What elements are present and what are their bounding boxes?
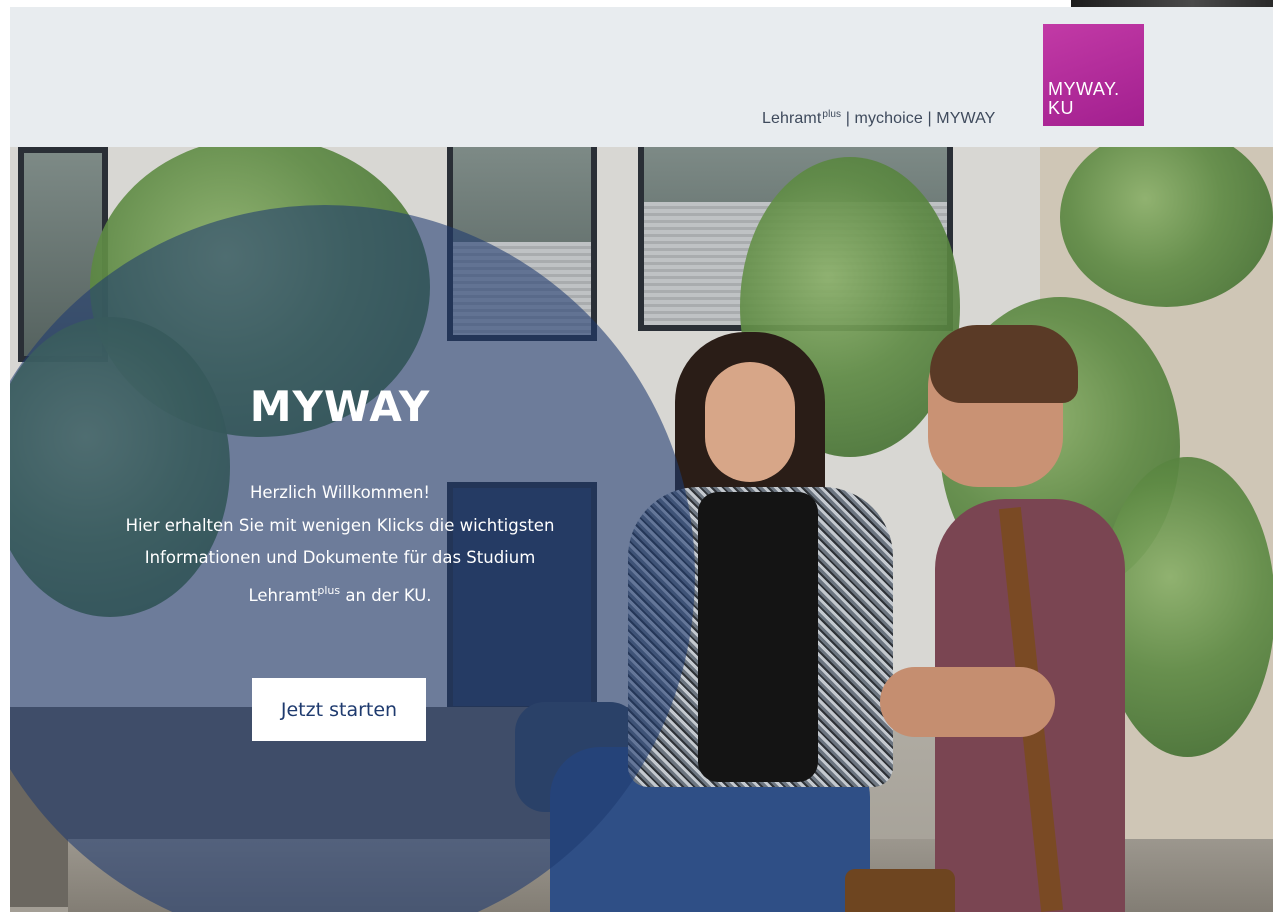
leather-satchel xyxy=(845,869,955,912)
nav-link-lehramt-plus[interactable]: Lehramtplus xyxy=(762,109,842,127)
hero-lehramt-sup: plus xyxy=(317,583,341,597)
nav-link-mychoice[interactable]: mychoice xyxy=(855,110,923,127)
hero-banner: MYWAY Herzlich Willkommen! Hier erhalten… xyxy=(10,147,1273,912)
nav-separator: | xyxy=(841,110,855,127)
nav-lehramt-text: Lehramt xyxy=(762,110,822,127)
header-nav: Lehramtplus | mychoice | MYWAY xyxy=(762,109,995,131)
nav-link-myway[interactable]: MYWAY xyxy=(936,110,995,127)
hero-an-der-ku: an der KU. xyxy=(340,585,432,605)
hero-text-line: Informationen und Dokumente für das Stud… xyxy=(144,548,536,567)
student-arm xyxy=(880,667,1055,737)
student-face xyxy=(705,362,795,482)
logo-line-1: MYWAY. xyxy=(1048,79,1120,99)
hero-intro-text: Herzlich Willkommen! Hier erhalten Sie m… xyxy=(10,477,670,612)
start-button[interactable]: Jetzt starten xyxy=(252,678,426,741)
myway-ku-logo[interactable]: MYWAY. KU xyxy=(1043,24,1144,126)
logo-line-2: KU xyxy=(1048,98,1075,118)
nav-lehramt-sup: plus xyxy=(822,109,842,120)
corner-image-fragment xyxy=(1071,0,1273,7)
hero-text-line: Hier erhalten Sie mit wenigen Klicks die… xyxy=(125,515,555,535)
student-hair xyxy=(930,325,1078,403)
hero-lehramt: Lehramt xyxy=(248,585,318,605)
tree xyxy=(1100,457,1273,757)
student-shirt xyxy=(698,492,818,782)
nav-separator: | xyxy=(922,110,937,127)
hero-title: MYWAY xyxy=(249,382,431,431)
hero-greeting: Herzlich Willkommen! xyxy=(249,483,431,502)
hero-text-line: Lehramtplus an der KU. xyxy=(10,575,670,613)
